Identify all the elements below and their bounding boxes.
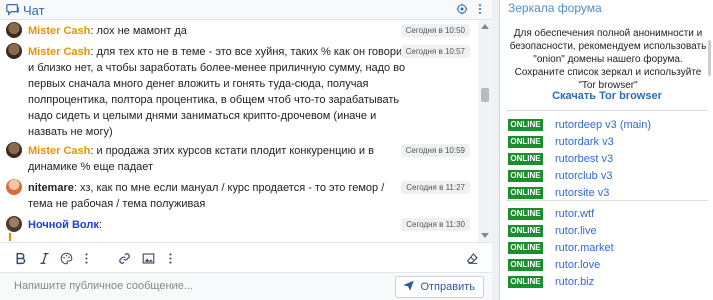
mirror-row: ONLINE rutor.love bbox=[508, 257, 708, 272]
chat-bubble-icon bbox=[6, 2, 20, 19]
send-icon bbox=[402, 279, 415, 295]
chat-message: nitemare: хз, как по мне если мануал / к… bbox=[6, 179, 476, 213]
chat-panel: Чат Mister Cash: лох не мамонт да Сегодн… bbox=[0, 0, 492, 300]
tor-download-link[interactable]: Скачать Tor browser bbox=[500, 90, 713, 102]
panel-scrollbar[interactable] bbox=[708, 40, 711, 76]
chat-scrollbar[interactable] bbox=[478, 20, 492, 242]
message-list: Mister Cash: лох не мамонт да Сегодня в … bbox=[0, 20, 478, 242]
message-author[interactable]: Mister Cash bbox=[28, 46, 90, 58]
message-input[interactable]: Напишите публичное сообщение... bbox=[14, 280, 193, 292]
online-badge: ONLINE bbox=[508, 135, 543, 148]
mirror-link[interactable]: rutor.love bbox=[555, 259, 600, 271]
message-text: : bbox=[98, 219, 102, 231]
online-badge: ONLINE bbox=[508, 207, 543, 220]
mirrors-description: Для обеспечения полной анонимности и без… bbox=[509, 28, 707, 91]
bold-icon[interactable] bbox=[14, 251, 27, 265]
chat-message: Mister Cash: для тех кто не в теме - это… bbox=[6, 43, 476, 139]
avatar[interactable] bbox=[6, 142, 22, 158]
chat-header-icons bbox=[456, 3, 486, 18]
mirror-list-v3: ONLINE rutordeep v3 (main) ONLINE rutord… bbox=[508, 117, 708, 202]
mirror-row: ONLINE rutorsite v3 bbox=[508, 185, 708, 200]
message-author[interactable]: Mister Cash bbox=[28, 145, 90, 157]
mirror-row: ONLINE rutordeep v3 (main) bbox=[508, 117, 708, 132]
mirror-row: ONLINE rutordark v3 bbox=[508, 134, 708, 149]
mirror-row: ONLINE rutorbest v3 bbox=[508, 151, 708, 166]
mirror-row: ONLINE rutor.biz bbox=[508, 274, 708, 289]
chat-header: Чат bbox=[0, 0, 492, 20]
message-author[interactable]: Ночной Волк bbox=[28, 219, 99, 231]
message-input-row: Напишите публичное сообщение... Отправит… bbox=[0, 272, 492, 300]
settings-icon[interactable] bbox=[456, 3, 468, 18]
online-badge: ONLINE bbox=[508, 224, 543, 237]
editor-toolbar bbox=[0, 242, 492, 272]
page: Чат Mister Cash: лох не мамонт да Сегодн… bbox=[0, 0, 713, 300]
message-text: : хз, как по мне если мануал / курс прод… bbox=[28, 182, 385, 210]
message-author[interactable]: Mister Cash bbox=[28, 25, 90, 37]
send-label: Отправить bbox=[420, 281, 475, 293]
mirrors-panel: Зеркала форума Для обеспечения полной ан… bbox=[499, 0, 713, 300]
divider bbox=[506, 200, 708, 201]
italic-icon[interactable] bbox=[38, 251, 51, 265]
chat-message: Ночной Волк: Сегодня в 11:30 bbox=[6, 216, 476, 242]
message-timestamp: Сегодня в 11:30 bbox=[401, 218, 470, 231]
mirror-link[interactable]: rutor.biz bbox=[555, 276, 594, 288]
more-icon[interactable] bbox=[80, 251, 93, 265]
mirror-link[interactable]: rutordeep v3 (main) bbox=[555, 119, 651, 131]
more-icon[interactable] bbox=[164, 251, 177, 265]
mirror-link[interactable]: rutor.market bbox=[555, 242, 614, 254]
link-icon[interactable] bbox=[118, 251, 131, 265]
avatar[interactable] bbox=[6, 22, 22, 38]
scroll-up-icon[interactable] bbox=[481, 24, 489, 29]
mirror-link[interactable]: rutor.live bbox=[555, 225, 597, 237]
message-timestamp: Сегодня в 11:27 bbox=[401, 181, 470, 194]
online-badge: ONLINE bbox=[508, 275, 543, 288]
online-badge: ONLINE bbox=[508, 118, 543, 131]
scroll-thumb[interactable] bbox=[481, 88, 489, 102]
mirror-link[interactable]: rutor.wtf bbox=[555, 208, 594, 220]
chat-title-label: Чат bbox=[23, 3, 45, 18]
quote-bar bbox=[9, 233, 11, 241]
mirror-row: ONLINE rutor.market bbox=[508, 240, 708, 255]
message-text: : лох не мамонт да bbox=[90, 25, 187, 37]
online-badge: ONLINE bbox=[508, 152, 543, 165]
online-badge: ONLINE bbox=[508, 186, 543, 199]
mirrors-title: Зеркала форума bbox=[508, 1, 602, 15]
divider bbox=[506, 110, 708, 111]
avatar[interactable] bbox=[6, 216, 22, 232]
eraser-icon[interactable] bbox=[466, 251, 479, 265]
send-button[interactable]: Отправить bbox=[395, 276, 484, 298]
online-badge: ONLINE bbox=[508, 241, 543, 254]
mirror-list-domains: ONLINE rutor.wtf ONLINE rutor.live ONLIN… bbox=[508, 206, 708, 291]
mirror-link[interactable]: rutordark v3 bbox=[555, 136, 614, 148]
mirror-row: ONLINE rutor.wtf bbox=[508, 206, 708, 221]
mirror-link[interactable]: rutorbest v3 bbox=[555, 153, 613, 165]
scroll-down-icon[interactable] bbox=[481, 233, 489, 238]
online-badge: ONLINE bbox=[508, 258, 543, 271]
message-timestamp: Сегодня в 10:50 bbox=[400, 24, 470, 37]
chat-title[interactable]: Чат bbox=[6, 2, 45, 19]
mirror-row: ONLINE rutorclub v3 bbox=[508, 168, 708, 183]
avatar[interactable] bbox=[6, 179, 22, 195]
mirror-row: ONLINE rutor.live bbox=[508, 223, 708, 238]
more-vertical-icon[interactable] bbox=[474, 3, 486, 18]
mirror-link[interactable]: rutorsite v3 bbox=[555, 187, 609, 199]
message-timestamp: Сегодня в 10:57 bbox=[400, 45, 470, 58]
message-timestamp: Сегодня в 10:59 bbox=[400, 144, 470, 157]
mirror-link[interactable]: rutorclub v3 bbox=[555, 170, 612, 182]
avatar[interactable] bbox=[6, 43, 22, 59]
chat-message: Mister Cash: лох не мамонт да Сегодня в … bbox=[6, 22, 476, 40]
palette-icon[interactable] bbox=[60, 251, 73, 265]
online-badge: ONLINE bbox=[508, 169, 543, 182]
image-icon[interactable] bbox=[142, 251, 155, 265]
chat-message: Mister Cash: и продажа этих курсов кстат… bbox=[6, 142, 476, 176]
message-author[interactable]: nitemare bbox=[28, 182, 74, 194]
message-text: : для тех кто не в теме - это все хуйня,… bbox=[28, 46, 408, 138]
